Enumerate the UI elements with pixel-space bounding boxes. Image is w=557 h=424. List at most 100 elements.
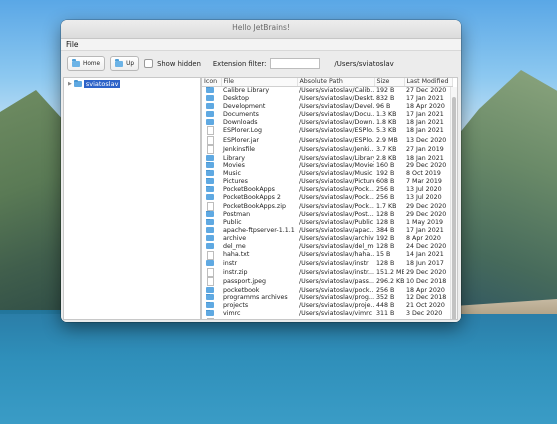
cell-file-name: Jenkinsfile [223, 145, 255, 153]
table-row[interactable]: Music/Users/sviatoslav/Music 192 B 8 Oct 2… [202, 170, 452, 178]
cell-file-name: PocketBookApps [223, 186, 275, 193]
cell-icon [202, 118, 221, 127]
table-row[interactable]: Documents/Users/sviatoslav/Docu... 1.3 KB… [202, 110, 452, 119]
table-row[interactable]: vimrc.zip/Users/sviatoslav/vimrc...333 B… [202, 318, 452, 320]
cell-icon [202, 110, 221, 119]
table-row[interactable]: PocketBookApps.zip/Users/sviatoslav/Pock… [202, 201, 452, 211]
cell-last-modified: 17 Jan 2021 [406, 110, 444, 118]
table-row[interactable]: programms archives/Users/sviatoslav/prog… [202, 294, 452, 302]
cell-file-name: Library [223, 154, 246, 162]
table-row[interactable]: archive/Users/sviatoslav/archive 192 B 8 A… [202, 234, 452, 243]
cell-file-name: Postman [223, 211, 251, 219]
table-row[interactable]: Jenkinsfile/Users/sviatoslav/Jenki... 3.7… [202, 145, 452, 155]
table-header: Icon File Absolute Path Size Last Modifi… [202, 78, 453, 87]
table-row[interactable]: Library/Users/sviatoslav/Library 2.8 KB 18… [202, 154, 452, 163]
folder-icon [206, 219, 214, 225]
cell-icon [202, 242, 221, 251]
table-row[interactable]: del_me/Users/sviatoslav/del_me 128 B 24 De… [202, 242, 452, 251]
folder-icon [206, 294, 214, 301]
cell-icon [202, 135, 221, 145]
folder-icon [206, 186, 214, 192]
column-header-file[interactable]: File [221, 78, 298, 87]
cell-size: 1.3 KB [376, 110, 397, 118]
table-row[interactable]: Public/Users/sviatoslav/Public 128 B 1 May… [202, 219, 452, 227]
cell-absolute-path: /Users/sviatoslav/Library [299, 154, 374, 162]
table-row[interactable]: vimrc/Users/sviatoslav/vimrc 311 B 3 Dec 2… [202, 310, 452, 318]
cell-absolute-path: /Users/sviatoslav/Pock... [299, 186, 374, 193]
cell-last-modified: 29 Dec 2020 [406, 162, 447, 170]
cell-file-name: del_me [223, 242, 246, 250]
cell-icon [202, 277, 221, 287]
column-header-icon[interactable]: Icon [202, 78, 222, 87]
folder-icon [206, 259, 214, 266]
table-row[interactable]: instr/Users/sviatoslav/instr 128 B 18 Jun … [202, 259, 452, 268]
table-row[interactable]: haha.txt/Users/sviatoslav/haha... 15 B 14 … [202, 250, 452, 260]
cell-absolute-path: /Users/sviatoslav/prog... [299, 294, 374, 302]
table-row[interactable]: projects/Users/sviatoslav/proje... 448 B 2… [202, 302, 452, 310]
table-row[interactable]: Downloads/Users/sviatoslav/Down... 1.8 KB… [202, 118, 452, 127]
column-header-size[interactable]: Size [374, 78, 405, 87]
column-header-modified[interactable]: Last Modified [404, 78, 453, 87]
folder-icon [206, 211, 214, 218]
cell-size: 128 B [376, 242, 395, 250]
cell-icon [202, 126, 221, 136]
cell-last-modified: 18 Jan 2021 [406, 154, 444, 162]
extension-filter-input[interactable] [270, 58, 321, 69]
cell-last-modified: 7 Mar 2019 [406, 178, 442, 186]
cell-size: 160 B [376, 162, 395, 170]
cell-size: 352 B [376, 294, 395, 302]
cell-icon [202, 259, 221, 268]
cell-size: 384 B [376, 226, 395, 234]
table-row[interactable]: PocketBookApps/Users/sviatoslav/Pock... 2… [202, 186, 452, 194]
title-bar[interactable]: Hello JetBrains! [61, 20, 461, 39]
folder-icon [73, 79, 82, 87]
cell-absolute-path: /Users/sviatoslav/instr... [299, 268, 374, 276]
scrollbar-thumb[interactable] [452, 97, 456, 319]
table-row[interactable]: ESPlorer.jar/Users/sviatoslav/ESPlo... 2.… [202, 135, 452, 145]
table-row[interactable]: Development/Users/sviatoslav/Devel... 96 … [202, 102, 452, 111]
cell-file-name: haha.txt [223, 251, 250, 259]
table-row[interactable]: Calibre Library/Users/sviatoslav/Calib..… [202, 86, 452, 95]
folder-icon [206, 234, 214, 241]
cell-absolute-path: /Users/sviatoslav/Down... [299, 118, 374, 126]
wallpaper-sea [0, 314, 557, 424]
column-header-path[interactable]: Absolute Path [297, 78, 375, 87]
table-row[interactable]: apache-ftpserver-1.1.1/Users/sviatoslav/… [202, 226, 452, 235]
cell-icon [202, 310, 221, 318]
cell-last-modified: 3 Dec 2020 [406, 310, 443, 318]
cell-icon [202, 162, 221, 170]
table-row[interactable]: instr.zip/Users/sviatoslav/instr... 151.2… [202, 267, 452, 277]
table-row[interactable]: pocketbook/Users/sviatoslav/pock... 256 B… [202, 286, 452, 295]
cell-file-name: Development [223, 102, 266, 110]
show-hidden-checkbox[interactable] [144, 59, 154, 68]
vertical-scrollbar[interactable] [450, 87, 457, 319]
tree-node-root[interactable]: ▶ sviatoslav [68, 79, 121, 88]
cell-file-name: projects [223, 302, 249, 310]
chevron-right-icon[interactable]: ▶ [68, 81, 72, 87]
table-row[interactable]: PocketBookApps 2/Users/sviatoslav/Pock..… [202, 193, 452, 202]
cell-absolute-path: /Users/sviatoslav/haha... [299, 251, 374, 259]
cell-size: 128 B [376, 211, 395, 219]
cell-last-modified: 13 Jul 2020 [406, 193, 442, 201]
cell-file-name: Desktop [223, 94, 249, 102]
folder-icon [115, 59, 124, 67]
cell-last-modified: 18 Apr 2020 [406, 286, 445, 294]
folder-icon [206, 86, 214, 93]
folder-icon [206, 118, 214, 125]
table-row[interactable]: passport.jpeg/Users/sviatoslav/pass... 29… [202, 277, 452, 287]
table-row[interactable]: Pictures/Users/sviatoslav/Pictures 608 B 7… [202, 178, 452, 186]
cell-size: 3.7 KB [376, 145, 397, 153]
cell-size: 15 B [376, 251, 391, 259]
cell-file-name: programms archives [223, 294, 288, 302]
cell-size: 128 B [376, 259, 395, 267]
toolbar: Home Up Show hidden Extension filter: /U… [61, 51, 461, 77]
table-row[interactable]: ESPlorer.Log/Users/sviatoslav/ESPlo... 5.… [202, 126, 452, 136]
table-row[interactable]: Desktop/Users/sviatoslav/Deskt... 832 B 17… [202, 94, 452, 103]
table-row[interactable]: Postman/Users/sviatoslav/Post... 128 B 29 … [202, 211, 452, 219]
home-button[interactable]: Home [67, 56, 106, 71]
menu-file[interactable]: File [66, 40, 79, 49]
table-row[interactable]: Movies/Users/sviatoslav/Movies 160 B 29 De… [202, 162, 452, 170]
up-button[interactable]: Up [110, 56, 140, 71]
cell-last-modified: 29 Dec 2020 [404, 318, 452, 320]
cell-absolute-path: /Users/sviatoslav/Movies [299, 162, 374, 170]
